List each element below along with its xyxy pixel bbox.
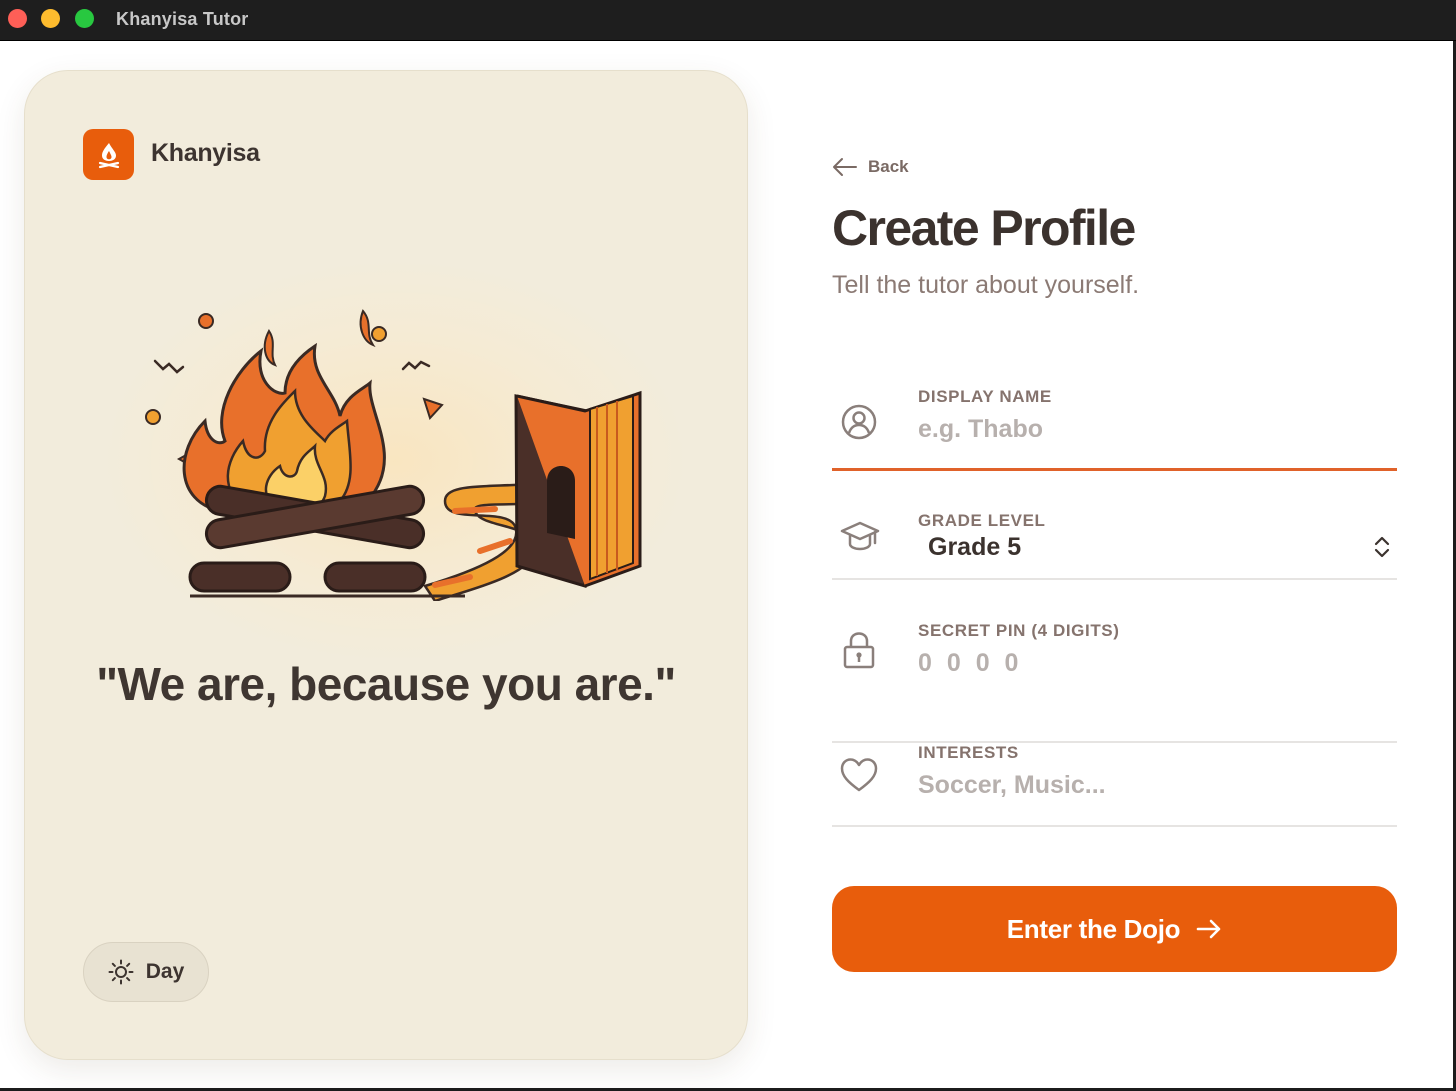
display-name-label: DISPLAY NAME: [918, 387, 1052, 406]
display-name-field: DISPLAY NAME: [832, 379, 1397, 471]
interests-label: INTERESTS: [918, 743, 1019, 762]
app-window: Khanyisa "We are, because you are." Day …: [0, 41, 1453, 1088]
hero-quote: "We are, because you are.": [96, 658, 676, 710]
lock-icon: [843, 632, 875, 669]
theme-toggle-button[interactable]: Day: [83, 942, 209, 1002]
interests-underline: [832, 825, 1397, 827]
grade-level-value[interactable]: Grade 5: [928, 533, 1021, 562]
brand-card: Khanyisa "We are, because you are." Day: [24, 70, 748, 1060]
enter-dojo-label: Enter the Dojo: [1006, 913, 1181, 944]
arrow-right-icon: [1196, 919, 1221, 939]
campfire-and-book-illustration: [145, 309, 642, 601]
close-window-button[interactable]: [8, 9, 27, 28]
back-link[interactable]: Back: [832, 157, 909, 177]
heart-icon: [840, 758, 878, 792]
enter-dojo-button[interactable]: Enter the Dojo: [832, 886, 1397, 972]
sun-icon: [108, 959, 134, 985]
display-name-underline: [832, 468, 1397, 471]
arrow-left-icon: [833, 158, 857, 176]
secret-pin-field: SECRET PIN (4 DIGITS): [832, 613, 1397, 743]
secret-pin-input[interactable]: [918, 649, 1358, 678]
window-title: Khanyisa Tutor: [116, 9, 249, 29]
display-name-input[interactable]: [918, 415, 1358, 444]
minimize-window-button[interactable]: [41, 9, 60, 28]
interests-input[interactable]: [918, 771, 1358, 800]
campfire-icon: [98, 142, 119, 168]
brand-name: Khanyisa: [151, 139, 260, 167]
interests-field: INTERESTS: [832, 735, 1397, 827]
user-circle-icon: [841, 404, 877, 440]
title-bar: Khanyisa Tutor: [0, 0, 1456, 41]
grade-level-underline: [832, 578, 1397, 580]
zoom-window-button[interactable]: [75, 9, 94, 28]
graduation-cap-icon: [840, 521, 880, 551]
page-subtitle: Tell the tutor about yourself.: [832, 271, 1140, 299]
secret-pin-label: SECRET PIN (4 DIGITS): [918, 621, 1120, 640]
grade-level-field[interactable]: GRADE LEVEL Grade 5: [832, 503, 1397, 581]
grade-level-label: GRADE LEVEL: [918, 511, 1046, 530]
app-logo: [83, 129, 134, 180]
theme-toggle-label: Day: [145, 960, 185, 983]
page-title: Create Profile: [832, 200, 1136, 256]
chevron-up-down-icon[interactable]: [1373, 535, 1391, 559]
back-label: Back: [868, 157, 909, 176]
